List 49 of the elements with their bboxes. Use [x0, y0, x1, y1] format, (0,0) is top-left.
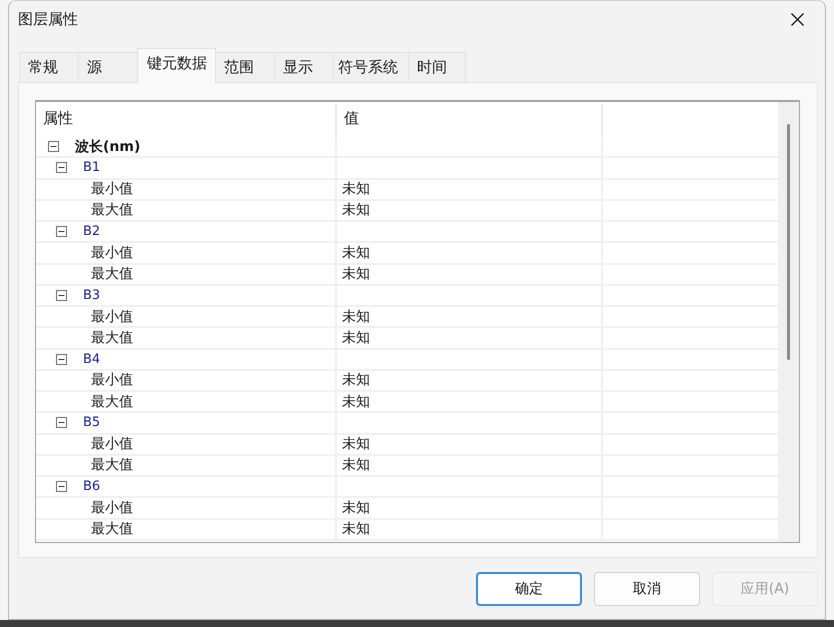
close-icon [790, 13, 804, 26]
property-name[interactable]: B4 [83, 352, 100, 367]
column-header[interactable]: 属性 [36, 102, 335, 137]
property-name[interactable]: 最大值 [91, 520, 133, 538]
property-name[interactable]: 最小值 [91, 180, 133, 198]
minus-box-icon[interactable] [56, 290, 67, 301]
property-value: 未知 [342, 498, 370, 517]
property-name[interactable]: 最小值 [91, 498, 133, 517]
property-name[interactable]: 最小值 [91, 244, 133, 262]
property-value: 未知 [342, 520, 370, 538]
property-name[interactable]: 最大值 [91, 456, 133, 474]
property-name[interactable]: 最小值 [91, 371, 133, 390]
tab[interactable]: 键元数据 [137, 48, 216, 83]
property-name[interactable]: 最大值 [91, 392, 133, 411]
property-value: 未知 [342, 201, 370, 220]
property-name[interactable]: B3 [83, 288, 100, 303]
property-name[interactable]: B6 [83, 479, 100, 494]
property-name[interactable]: 最大值 [91, 201, 133, 220]
property-value: 未知 [342, 392, 370, 411]
minus-box-icon[interactable] [48, 141, 59, 152]
minus-box-icon[interactable] [56, 162, 67, 174]
dialog-button[interactable]: 确定 [476, 572, 582, 606]
tab[interactable]: 常规 [19, 52, 79, 82]
property-value: 未知 [342, 308, 370, 326]
property-name[interactable]: 最大值 [91, 328, 133, 347]
window-title: 图层属性 [18, 10, 78, 29]
property-value: 未知 [342, 244, 370, 262]
property-name[interactable]: 最大值 [91, 265, 133, 284]
property-value: 未知 [342, 456, 370, 474]
property-name[interactable]: 波长(nm) [75, 138, 140, 156]
minus-box-icon[interactable] [56, 417, 67, 428]
property-value: 未知 [342, 435, 370, 454]
minus-box-icon[interactable] [56, 354, 67, 365]
minus-box-icon[interactable] [56, 481, 67, 492]
property-name[interactable]: B5 [83, 415, 100, 430]
property-name[interactable]: 最小值 [91, 435, 133, 454]
scrollbar-thumb[interactable] [787, 124, 790, 360]
tab[interactable]: 时间 [408, 52, 466, 82]
minus-box-icon[interactable] [56, 226, 67, 238]
property-name[interactable]: 最小值 [91, 308, 133, 326]
property-value: 未知 [342, 180, 370, 198]
property-value: 未知 [342, 265, 370, 284]
property-value: 未知 [342, 371, 370, 390]
property-value: 未知 [342, 328, 370, 347]
property-name[interactable]: B1 [83, 160, 100, 176]
dialog-button[interactable]: 取消 [594, 572, 700, 606]
property-name[interactable]: B2 [83, 224, 100, 240]
scrollbar-track[interactable] [778, 102, 799, 542]
column-header[interactable]: 值 [335, 104, 601, 137]
